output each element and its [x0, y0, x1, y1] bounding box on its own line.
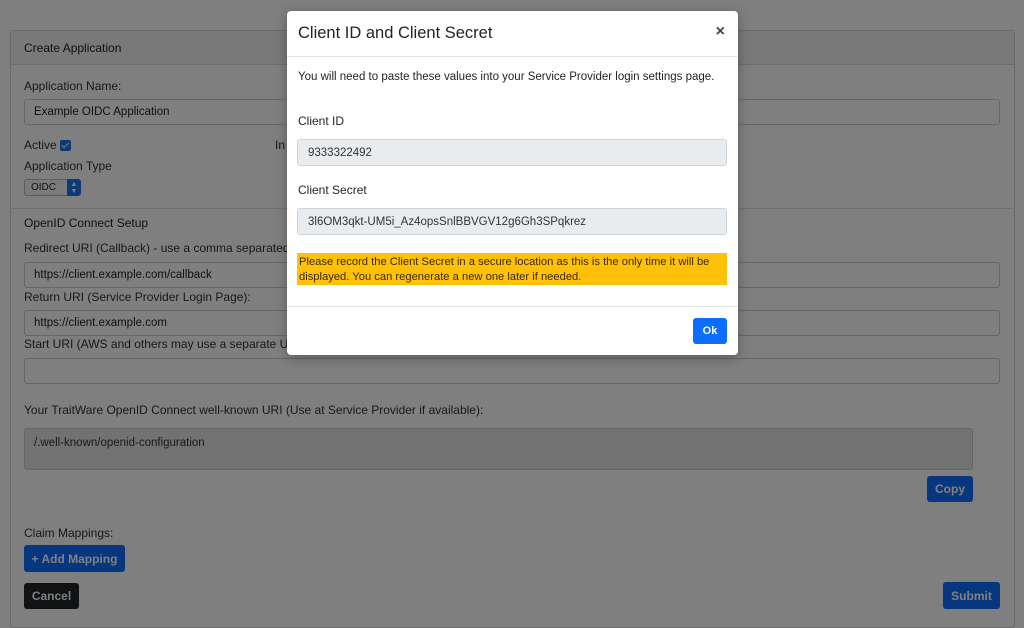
- close-icon[interactable]: ×: [716, 23, 725, 41]
- modal-footer: Ok: [287, 306, 738, 355]
- modal-title: Client ID and Client Secret: [298, 24, 493, 42]
- modal-body: You will need to paste these values into…: [287, 57, 738, 307]
- secret-warning-alert: Please record the Client Secret in a sec…: [297, 253, 727, 285]
- client-id-label: Client ID: [298, 114, 345, 128]
- ok-button[interactable]: Ok: [693, 318, 727, 344]
- client-id-field[interactable]: 9333322492: [297, 139, 727, 166]
- modal-header: Client ID and Client Secret ×: [287, 11, 738, 57]
- modal-intro-text: You will need to paste these values into…: [298, 71, 715, 83]
- client-secret-label: Client Secret: [298, 183, 367, 197]
- client-credentials-modal: Client ID and Client Secret × You will n…: [287, 11, 738, 355]
- client-secret-field[interactable]: 3l6OM3qkt-UM5i_Az4opsSnlBBVGV12g6Gh3SPqk…: [297, 208, 727, 235]
